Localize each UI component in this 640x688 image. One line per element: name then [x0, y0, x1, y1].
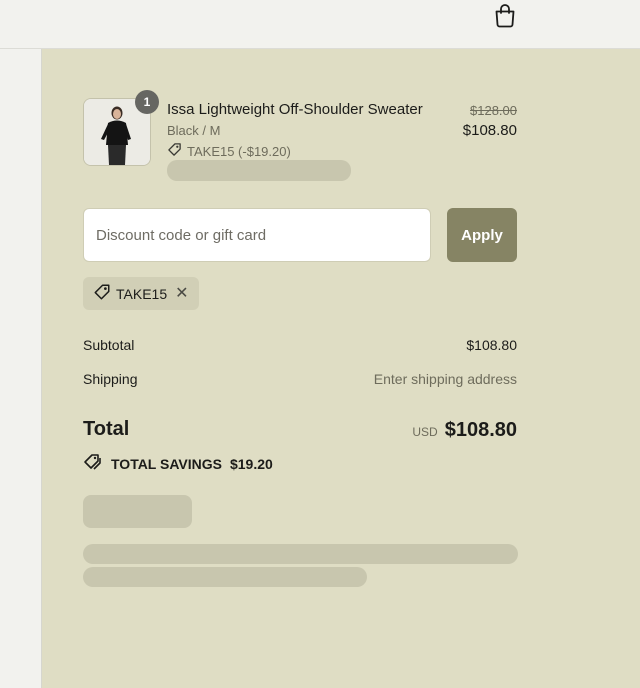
total-value-group: USD $108.80 — [412, 419, 517, 442]
item-price: $108.80 — [462, 122, 517, 139]
shopping-bag-icon[interactable] — [493, 2, 517, 28]
total-savings: TOTAL SAVINGS $19.20 — [83, 453, 273, 474]
loading-placeholder — [83, 544, 518, 564]
loading-placeholder — [83, 495, 192, 528]
savings-label: TOTAL SAVINGS — [111, 455, 222, 472]
total-label: Total — [83, 418, 130, 440]
subtotal-value: $108.80 — [466, 337, 517, 353]
item-discount-label: TAKE15 (-$19.20) — [187, 143, 291, 159]
total-amount: $108.80 — [444, 419, 517, 441]
original-price: $128.00 — [470, 103, 517, 118]
savings-value: $19.20 — [229, 455, 273, 472]
applied-code-label: TAKE15 — [116, 285, 168, 302]
shipping-value: Enter shipping address — [373, 371, 517, 387]
product-variant: Black / M — [167, 123, 221, 138]
tag-icon — [167, 142, 182, 160]
item-discount: TAKE15 (-$19.20) — [167, 142, 291, 160]
currency-code: USD — [412, 425, 438, 439]
discount-code-input[interactable] — [83, 208, 431, 262]
remove-code-close-icon[interactable]: ✕ — [175, 285, 188, 302]
product-title: Issa Lightweight Off-Shoulder Sweater — [167, 101, 423, 118]
quantity-badge: 1 — [135, 90, 159, 114]
shipping-label: Shipping — [83, 371, 138, 387]
top-bar — [0, 0, 640, 49]
loading-placeholder — [83, 567, 367, 587]
tag-icon — [93, 283, 111, 304]
apply-button[interactable]: Apply — [447, 208, 517, 262]
applied-discount-chip: TAKE15 ✕ — [83, 277, 199, 310]
checkout-form-pane — [0, 49, 42, 688]
order-summary: 1 Issa Lightweight Off-Shoulder Sweater … — [42, 49, 640, 688]
loading-placeholder — [167, 160, 351, 181]
savings-tag-icon — [83, 453, 103, 474]
subtotal-label: Subtotal — [83, 337, 135, 353]
